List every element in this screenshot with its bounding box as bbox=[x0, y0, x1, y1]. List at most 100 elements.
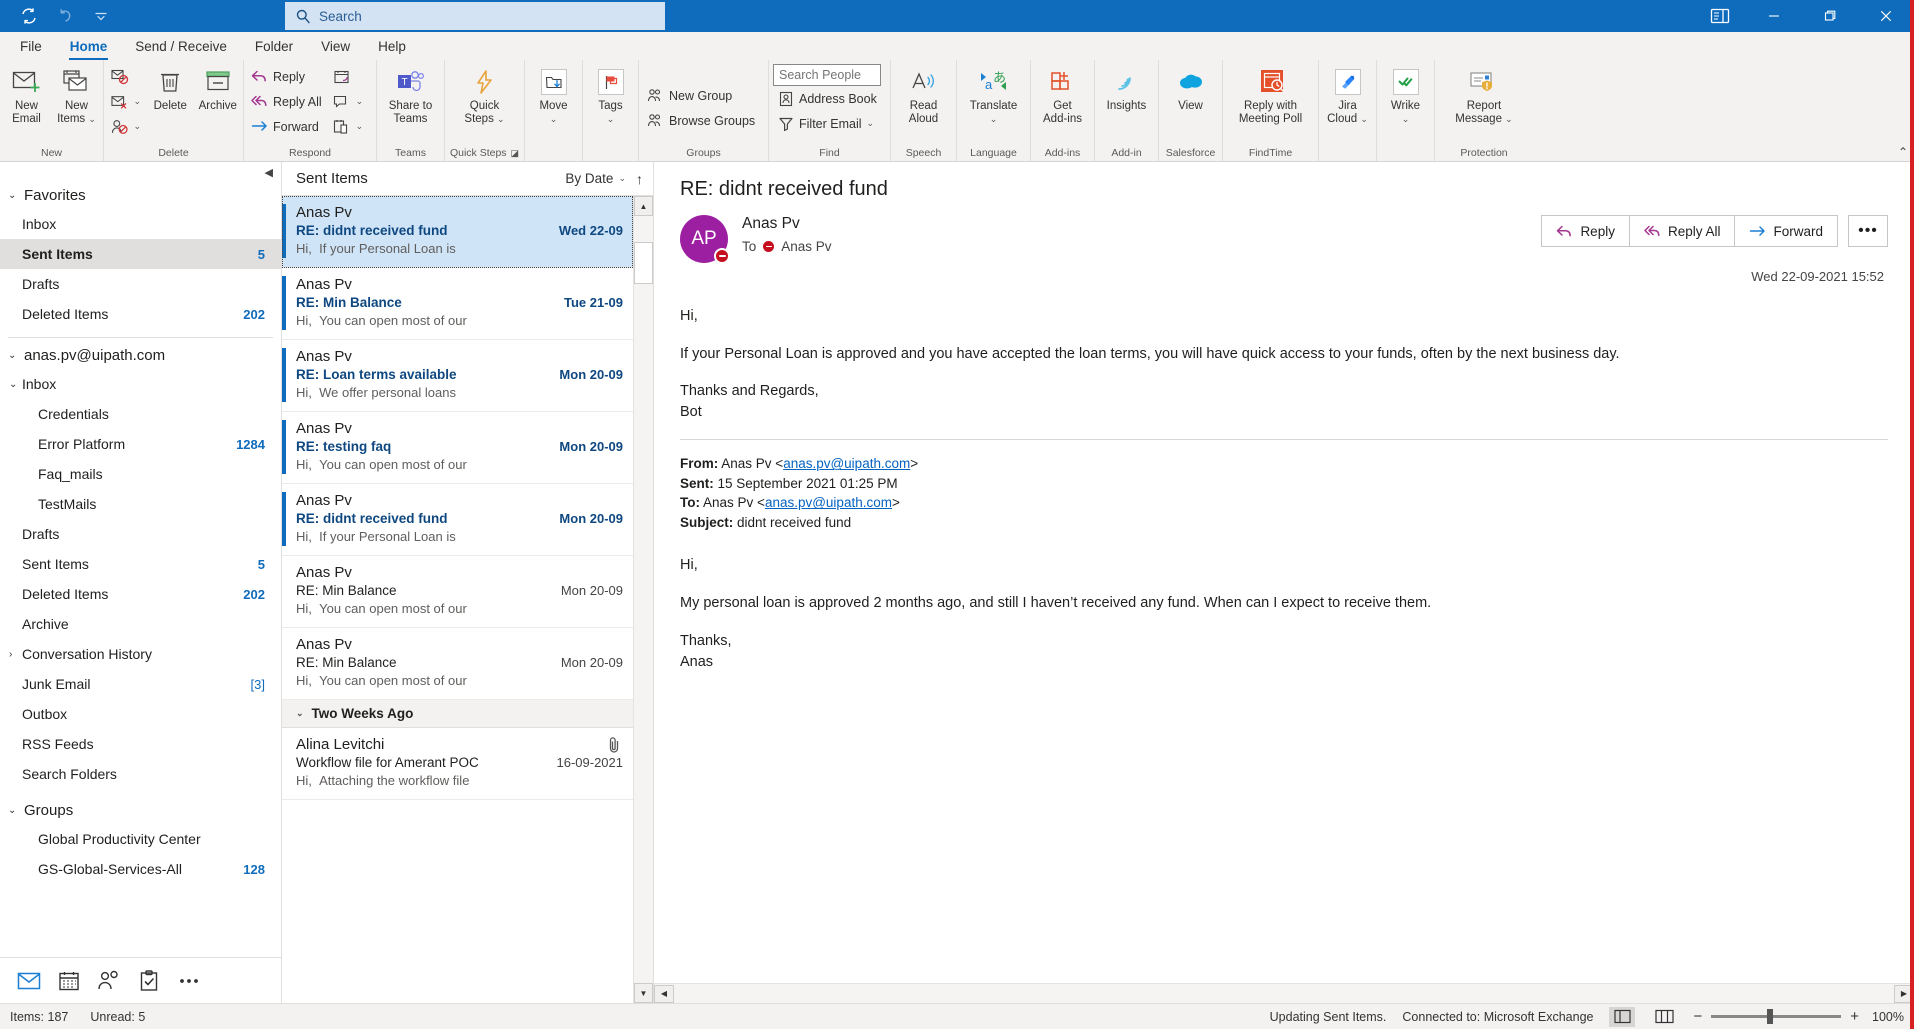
sidebar-item-deleted-items[interactable]: Deleted Items 202 bbox=[0, 579, 281, 609]
reply-all-button[interactable]: Reply All bbox=[1628, 215, 1736, 247]
message-list-scrollbar[interactable]: ▲ ▼ bbox=[633, 196, 653, 1003]
message-list-item-6[interactable]: Anas Pv RE: Min Balance Mon 20-09 Hi, Yo… bbox=[282, 628, 633, 700]
clean-up-button[interactable]: ⌄ bbox=[106, 89, 146, 114]
message-list-item-4[interactable]: Anas Pv RE: didnt received fund Mon 20-0… bbox=[282, 484, 633, 556]
wrike-button[interactable]: Wrike ⌄ bbox=[1381, 64, 1431, 127]
sort-dropdown[interactable]: By Date ⌄ bbox=[565, 171, 626, 186]
close-icon[interactable] bbox=[1858, 0, 1914, 32]
more-nav-icon[interactable] bbox=[172, 964, 206, 998]
search-box[interactable] bbox=[285, 2, 665, 30]
ignore-button[interactable] bbox=[106, 64, 146, 89]
translate-button[interactable]: a あ Translate ⌄ bbox=[960, 64, 1028, 127]
more-respond-button[interactable]: ⌄ bbox=[328, 114, 369, 139]
folder-group-account[interactable]: ⌄ anas.pv@uipath.com bbox=[0, 342, 281, 369]
collapse-ribbon-button[interactable]: ⌃ bbox=[1898, 145, 1908, 159]
junk-button[interactable]: ⌄ bbox=[106, 114, 146, 139]
scrollbar-thumb[interactable] bbox=[634, 242, 653, 284]
scroll-left-button[interactable]: ◀ bbox=[654, 984, 674, 1003]
zoom-slider[interactable] bbox=[1711, 1009, 1842, 1024]
normal-view-icon[interactable] bbox=[1609, 1006, 1636, 1027]
more-actions-button[interactable]: ••• bbox=[1848, 215, 1888, 247]
people-nav-icon[interactable] bbox=[92, 964, 126, 998]
sidebar-item-error-platform[interactable]: Error Platform 1284 bbox=[0, 429, 281, 459]
chevron-right-icon[interactable]: › bbox=[9, 649, 22, 660]
move-button[interactable]: Move ⌄ bbox=[529, 64, 579, 127]
tab-home[interactable]: Home bbox=[56, 34, 122, 60]
archive-button[interactable]: Archive bbox=[195, 64, 242, 115]
forward-button[interactable]: Forward bbox=[246, 114, 327, 139]
quick-steps-dialog-launcher[interactable]: ◪ bbox=[511, 147, 520, 160]
message-list-item-1[interactable]: Anas Pv RE: Min Balance Tue 21-09 Hi, Yo… bbox=[282, 268, 633, 340]
message-list-item-2[interactable]: Anas Pv RE: Loan terms available Mon 20-… bbox=[282, 340, 633, 412]
sidebar-item-fav-deleted-items[interactable]: Deleted Items 202 bbox=[0, 299, 281, 329]
sidebar-item-sent-items[interactable]: Sent Items 5 bbox=[0, 549, 281, 579]
search-people-input[interactable] bbox=[773, 64, 881, 86]
folder-group-groups[interactable]: ⌄ Groups bbox=[0, 797, 281, 824]
undo-icon[interactable] bbox=[48, 2, 82, 30]
mail-nav-icon[interactable] bbox=[12, 964, 46, 998]
arrow-up-icon[interactable]: ↑ bbox=[636, 171, 643, 187]
scrollbar-track[interactable] bbox=[634, 284, 653, 983]
jira-cloud-button[interactable]: Jira Cloud ⌄ bbox=[1323, 64, 1373, 127]
get-addins-button[interactable]: Get Add-ins bbox=[1034, 64, 1092, 127]
new-email-button[interactable]: New Email bbox=[2, 64, 51, 127]
sidebar-item-fav-drafts[interactable]: Drafts bbox=[0, 269, 281, 299]
reply-with-meeting-poll-button[interactable]: Reply with Meeting Poll bbox=[1225, 64, 1316, 127]
sync-icon[interactable] bbox=[12, 2, 46, 30]
zoom-slider-thumb[interactable] bbox=[1767, 1009, 1774, 1024]
forward-button[interactable]: Forward bbox=[1734, 215, 1838, 247]
sidebar-item-fav-inbox[interactable]: Inbox bbox=[0, 209, 281, 239]
im-button[interactable]: ⌄ bbox=[328, 89, 369, 114]
account-manager-icon[interactable] bbox=[1694, 0, 1746, 32]
sidebar-item-search-folders[interactable]: Search Folders bbox=[0, 759, 281, 789]
tasks-nav-icon[interactable] bbox=[132, 964, 166, 998]
folder-group-favorites[interactable]: ⌄ Favorites bbox=[0, 182, 281, 209]
reading-view-icon[interactable] bbox=[1651, 1007, 1677, 1027]
calendar-nav-icon[interactable] bbox=[52, 964, 86, 998]
sidebar-item-conversation-history[interactable]: › Conversation History bbox=[0, 639, 281, 669]
message-list-item-3[interactable]: Anas Pv RE: testing faq Mon 20-09 Hi, Yo… bbox=[282, 412, 633, 484]
restore-icon[interactable] bbox=[1802, 0, 1858, 32]
sidebar-item-rss-feeds[interactable]: RSS Feeds bbox=[0, 729, 281, 759]
delete-button[interactable]: Delete bbox=[147, 64, 194, 115]
sidebar-item-credentials[interactable]: Credentials bbox=[0, 399, 281, 429]
new-group-button[interactable]: New Group bbox=[641, 83, 760, 108]
tab-help[interactable]: Help bbox=[364, 34, 420, 60]
reply-button[interactable]: Reply bbox=[1541, 215, 1630, 247]
sidebar-item-drafts[interactable]: Drafts bbox=[0, 519, 281, 549]
filter-email-button[interactable]: Filter Email ⌄ bbox=[773, 111, 882, 136]
quoted-from-email-link[interactable]: anas.pv@uipath.com bbox=[783, 456, 910, 471]
message-list-item-7[interactable]: Alina Levitchi Workflow file for Amerant… bbox=[282, 728, 633, 800]
browse-groups-button[interactable]: Browse Groups bbox=[641, 108, 760, 133]
scroll-up-button[interactable]: ▲ bbox=[634, 196, 653, 216]
day-group-header[interactable]: ⌄ Two Weeks Ago bbox=[282, 700, 633, 728]
insights-button[interactable]: Insights bbox=[1098, 64, 1156, 115]
sidebar-item-archive[interactable]: Archive bbox=[0, 609, 281, 639]
reply-all-button[interactable]: Reply All bbox=[246, 89, 327, 114]
quoted-to-email-link[interactable]: anas.pv@uipath.com bbox=[765, 495, 892, 510]
sidebar-item-outbox[interactable]: Outbox bbox=[0, 699, 281, 729]
address-book-button[interactable]: Address Book bbox=[773, 86, 882, 111]
sidebar-item-fav-sent-items[interactable]: Sent Items 5 bbox=[0, 239, 281, 269]
tab-folder[interactable]: Folder bbox=[241, 34, 307, 60]
zoom-out-button[interactable]: − bbox=[1693, 1008, 1702, 1025]
scroll-down-button[interactable]: ▼ bbox=[634, 983, 653, 1003]
quick-steps-button[interactable]: Quick Steps ⌄ bbox=[452, 64, 518, 127]
message-list-item-0[interactable]: Anas Pv RE: didnt received fund Wed 22-0… bbox=[282, 196, 633, 268]
new-items-button[interactable]: New Items ⌄ bbox=[52, 64, 101, 127]
read-aloud-button[interactable]: Read Aloud bbox=[894, 64, 954, 127]
message-list-item-5[interactable]: Anas Pv RE: Min Balance Mon 20-09 Hi, Yo… bbox=[282, 556, 633, 628]
minimize-icon[interactable] bbox=[1746, 0, 1802, 32]
collapse-folder-pane-button[interactable]: ◀ bbox=[0, 162, 281, 182]
tab-view[interactable]: View bbox=[307, 34, 364, 60]
sidebar-item-inbox[interactable]: ⌄ Inbox bbox=[0, 369, 281, 399]
reading-pane-horizontal-scrollbar[interactable]: ◀ ▶ bbox=[654, 983, 1914, 1003]
share-to-teams-button[interactable]: T Share to Teams bbox=[380, 64, 442, 127]
meeting-button[interactable] bbox=[328, 64, 369, 89]
search-input[interactable] bbox=[319, 8, 655, 24]
sidebar-item-faq-mails[interactable]: Faq_mails bbox=[0, 459, 281, 489]
sidebar-item-testmails[interactable]: TestMails bbox=[0, 489, 281, 519]
customize-qat-icon[interactable] bbox=[84, 2, 118, 30]
sidebar-item-gs-global-services-all[interactable]: GS-Global-Services-All 128 bbox=[0, 854, 281, 884]
chevron-down-icon[interactable]: ⌄ bbox=[9, 379, 22, 390]
